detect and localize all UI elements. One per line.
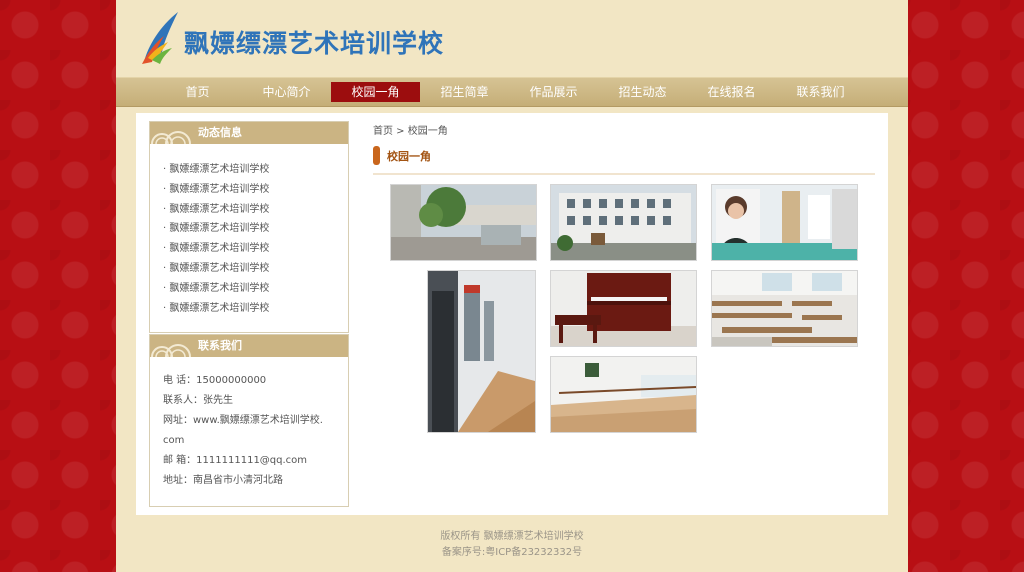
footer-copyright: 版权所有 飘嫖缥漂艺术培训学校 [440, 531, 584, 542]
section-title: 校园一角 [387, 150, 431, 163]
school-logo[interactable]: 飘嫖缥漂艺术培训学校 [138, 6, 478, 68]
cloud-ornament-icon [151, 344, 191, 357]
school-name: 飘嫖缥漂艺术培训学校 [184, 29, 445, 58]
news-item[interactable]: · 飘嫖缥漂艺术培训学校 [163, 259, 348, 279]
section-heading: 校园一角 [373, 146, 875, 175]
contact-address: 地址：南昌省市小清河北路 [163, 475, 283, 486]
footer-icp[interactable]: 备案序号:粤ICP备23232332号 [116, 545, 908, 561]
page-container: 飘嫖缥漂艺术培训学校 首页 中心简介 校园一角 招生简章 作品展示 招生动态 在… [116, 0, 908, 572]
contact-phone: 电 话：15000000000 [163, 375, 267, 386]
news-item[interactable]: · 飘嫖缥漂艺术培训学校 [163, 239, 348, 259]
news-item[interactable]: · 飘嫖缥漂艺术培训学校 [163, 200, 348, 220]
nav-works[interactable]: 作品展示 [509, 82, 598, 102]
campus-photo-mural[interactable] [711, 184, 858, 261]
campus-photo-piano[interactable] [550, 270, 697, 347]
campus-photo-building[interactable] [550, 184, 697, 261]
contact-website[interactable]: 网址：www.飘嫖缥漂艺术培训学校.com [163, 411, 323, 451]
main-nav: 首页 中心简介 校园一角 招生简章 作品展示 招生动态 在线报名 联系我们 [116, 77, 908, 107]
campus-photo-classroom[interactable] [711, 270, 858, 347]
nav-apply[interactable]: 在线报名 [687, 82, 776, 102]
nav-contact[interactable]: 联系我们 [776, 82, 865, 102]
news-item[interactable]: · 飘嫖缥漂艺术培训学校 [163, 180, 348, 200]
logo-mark-icon [142, 12, 178, 64]
contact-email[interactable]: 邮 箱：1111111111@qq.com [163, 451, 323, 471]
news-item[interactable]: · 飘嫖缥漂艺术培训学校 [163, 299, 348, 319]
news-box-title: 动态信息 [198, 126, 242, 139]
cloud-ornament-icon [151, 131, 191, 144]
news-item[interactable]: · 飘嫖缥漂艺术培训学校 [163, 219, 348, 239]
heading-accent-bar [373, 146, 380, 165]
news-item[interactable]: · 飘嫖缥漂艺术培训学校 [163, 279, 348, 299]
contact-box-title: 联系我们 [198, 339, 242, 352]
news-list: · 飘嫖缥漂艺术培训学校 · 飘嫖缥漂艺术培训学校 · 飘嫖缥漂艺术培训学校 ·… [150, 144, 348, 318]
news-item[interactable]: · 飘嫖缥漂艺术培训学校 [163, 160, 348, 180]
campus-photo-dance-room[interactable] [550, 356, 697, 433]
campus-photo-corridor[interactable] [427, 270, 536, 433]
contact-person: 联系人：张先生 [163, 395, 233, 406]
footer: 版权所有 飘嫖缥漂艺术培训学校 备案序号:粤ICP备23232332号 [116, 529, 908, 561]
content-panel: 动态信息 · 飘嫖缥漂艺术培训学校 · 飘嫖缥漂艺术培训学校 · 飘嫖缥漂艺术培… [136, 113, 888, 515]
news-box-header: 动态信息 [150, 122, 348, 144]
nav-news[interactable]: 招生动态 [598, 82, 687, 102]
contact-box-header: 联系我们 [150, 335, 348, 357]
campus-photo-courtyard[interactable] [390, 184, 537, 261]
nav-admissions[interactable]: 招生简章 [420, 82, 509, 102]
news-box: 动态信息 · 飘嫖缥漂艺术培训学校 · 飘嫖缥漂艺术培训学校 · 飘嫖缥漂艺术培… [149, 121, 349, 333]
nav-about[interactable]: 中心简介 [242, 82, 331, 102]
contact-box: 联系我们 电 话：15000000000 联系人：张先生 网址：www.飘嫖缥漂… [149, 334, 349, 507]
nav-home[interactable]: 首页 [153, 82, 242, 102]
breadcrumb: 首页 > 校园一角 [373, 126, 448, 137]
contact-details: 电 话：15000000000 联系人：张先生 网址：www.飘嫖缥漂艺术培训学… [150, 357, 323, 491]
nav-campus[interactable]: 校园一角 [331, 82, 420, 102]
